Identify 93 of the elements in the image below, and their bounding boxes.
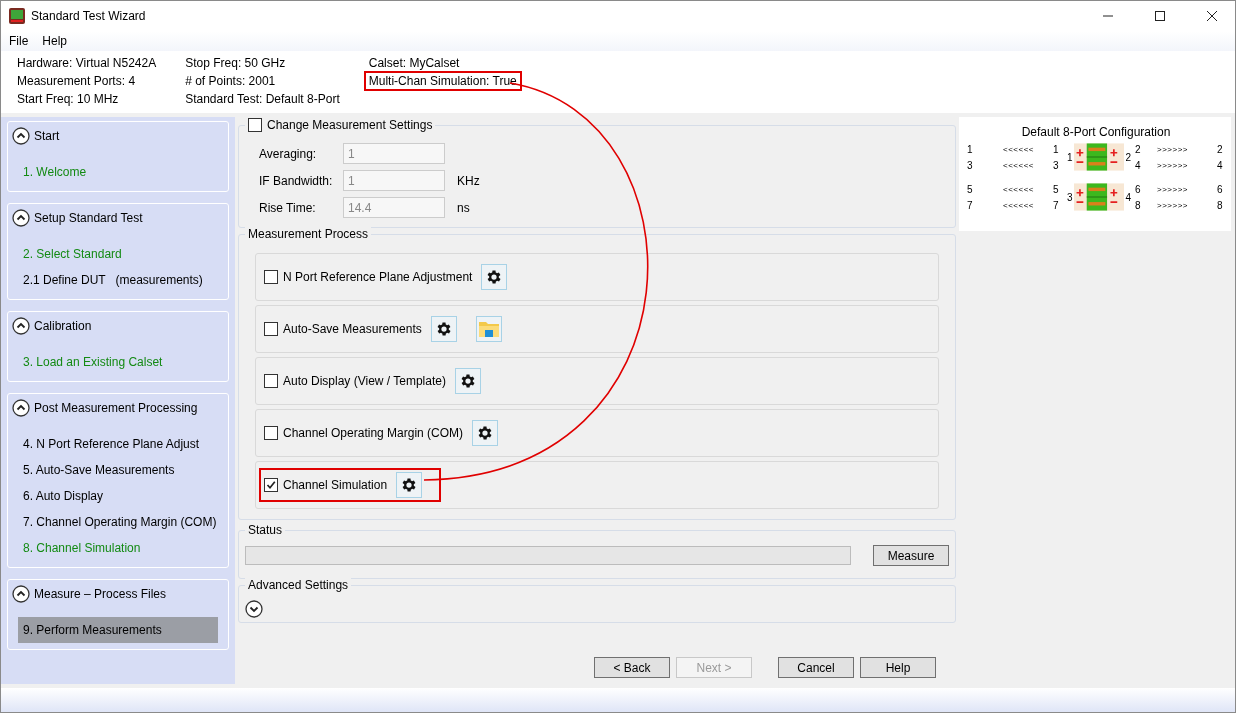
collapse-icon[interactable]: [12, 209, 30, 227]
field-label: Rise Time:: [258, 200, 317, 215]
checkbox[interactable]: [264, 374, 278, 388]
settings-button[interactable]: [472, 420, 499, 446]
info-text: Calset: MyCalset: [367, 55, 461, 72]
chip-drawing: [1073, 181, 1125, 213]
port-number: 2: [1134, 142, 1142, 157]
port-number: 7: [967, 198, 974, 213]
checkbox[interactable]: [264, 478, 278, 492]
menu-item[interactable]: Help: [42, 34, 68, 48]
info-text: Hardware: Virtual N5242A: [16, 55, 158, 72]
port-number: 3: [967, 158, 974, 173]
settings-button[interactable]: [481, 264, 508, 290]
port-number: 1: [1053, 142, 1060, 157]
group-title: Change Measurement Settings: [267, 118, 433, 132]
step-item[interactable]: 7. Channel Operating Margin (COM): [18, 509, 218, 535]
direction-arrows: >>>>>>: [1157, 199, 1190, 212]
step-item[interactable]: 4. N Port Reference Plane Adjust: [18, 431, 218, 457]
info-text: Stop Freq: 50 GHz: [184, 55, 287, 72]
wizard-button[interactable]: Cancel: [778, 657, 854, 678]
step-label: Auto-Save Measurements: [283, 322, 422, 336]
chip-drawing: [1073, 141, 1125, 173]
wizard-button[interactable]: < Back: [594, 657, 670, 678]
port-number: 7: [1053, 198, 1060, 213]
info-text: Multi-Chan Simulation: True: [363, 71, 522, 91]
direction-arrows: <<<<<<: [1003, 199, 1036, 212]
group-title: Measurement Process: [248, 227, 369, 241]
app-icon: [9, 8, 25, 24]
info-text: Measurement Ports: 4: [16, 73, 137, 90]
port-number: 5: [1053, 182, 1060, 197]
group-title: Advanced Settings: [248, 578, 349, 592]
group-title: Status: [248, 523, 283, 537]
folder-icon: [477, 319, 500, 339]
maximize-icon: [1154, 10, 1166, 22]
chip-port-number: 2: [1125, 150, 1131, 165]
group-title: Setup Standard Test: [34, 211, 143, 225]
collapse-icon[interactable]: [12, 317, 30, 335]
info-text: # of Points: 2001: [184, 73, 277, 90]
folder-button[interactable]: [475, 316, 502, 342]
step-item[interactable]: 9. Perform Measurements: [18, 617, 218, 643]
window-title: Standard Test Wizard: [31, 9, 147, 23]
port-number: 6: [1134, 182, 1142, 197]
collapse-icon[interactable]: [12, 585, 30, 603]
port-number: 1: [967, 142, 974, 157]
collapse-icon[interactable]: [12, 127, 30, 145]
port-number: 3: [1053, 158, 1060, 173]
collapse-icon[interactable]: [12, 399, 30, 417]
direction-arrows: <<<<<<: [1003, 143, 1036, 156]
chip-port-number: 4: [1125, 190, 1131, 205]
direction-arrows: <<<<<<: [1003, 159, 1036, 172]
checkbox[interactable]: [264, 270, 278, 284]
settings-button[interactable]: [396, 472, 423, 498]
group-title: Calibration: [34, 319, 92, 333]
expand-icon[interactable]: [245, 600, 263, 618]
settings-button[interactable]: [430, 316, 457, 342]
group-title: Start: [34, 129, 60, 143]
port-number: 2: [1217, 142, 1224, 157]
info-text: Standard Test: Default 8-Port: [184, 91, 341, 108]
step-item[interactable]: 6. Auto Display: [18, 483, 218, 509]
step-item[interactable]: 2.1 Define DUT (measurements): [18, 267, 218, 293]
direction-arrows: >>>>>>: [1157, 143, 1190, 156]
port-number: 5: [967, 182, 974, 197]
field-label: Averaging:: [258, 146, 318, 161]
wizard-button[interactable]: Help: [860, 657, 936, 678]
unit-label: ns: [457, 200, 470, 215]
chip-port-number: 3: [1067, 190, 1073, 205]
measure-button[interactable]: Measure: [873, 545, 949, 566]
field-label: IF Bandwidth:: [258, 173, 334, 188]
settings-button[interactable]: [454, 368, 481, 394]
chip-port-number: 1: [1067, 150, 1073, 165]
unit-label: KHz: [457, 173, 480, 188]
card-title: Default 8-Port Configuration: [1020, 125, 1172, 139]
port-number: 4: [1217, 158, 1224, 173]
direction-arrows: <<<<<<: [1003, 183, 1036, 196]
menu-item[interactable]: File: [9, 34, 29, 48]
step-label: Auto Display (View / Template): [283, 374, 446, 388]
group-title: Measure – Process Files: [34, 587, 167, 601]
checkbox[interactable]: [248, 118, 262, 132]
direction-arrows: >>>>>>: [1157, 159, 1190, 172]
port-number: 8: [1134, 198, 1142, 213]
close-icon: [1206, 10, 1218, 22]
port-number: 6: [1217, 182, 1224, 197]
info-text: Start Freq: 10 MHz: [16, 91, 120, 108]
checkbox[interactable]: [264, 426, 278, 440]
direction-arrows: >>>>>>: [1157, 183, 1190, 196]
port-number: 8: [1217, 198, 1224, 213]
step-label: Channel Simulation: [283, 478, 388, 492]
step-label: N Port Reference Plane Adjustment: [283, 270, 473, 284]
step-item[interactable]: 5. Auto-Save Measurements: [18, 457, 218, 483]
group-title: Post Measurement Processing: [34, 401, 198, 415]
port-number: 4: [1134, 158, 1142, 173]
step-label: Channel Operating Margin (COM): [283, 426, 464, 440]
checkbox[interactable]: [264, 322, 278, 336]
